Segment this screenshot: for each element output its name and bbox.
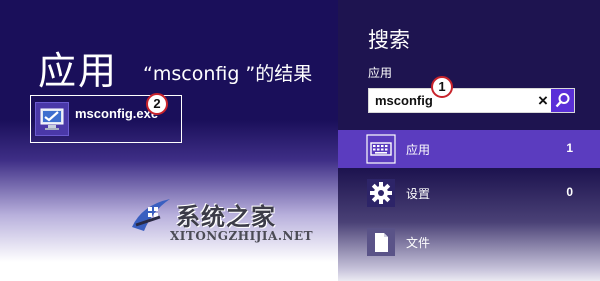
apps-title: 应用 <box>38 49 119 93</box>
msconfig-app-icon <box>35 102 69 136</box>
search-category-apps[interactable]: 应用 1 <box>338 130 600 168</box>
category-label: 文件 <box>406 236 431 250</box>
clear-search-button[interactable]: × <box>533 90 553 111</box>
watermark-logo-icon <box>132 199 170 231</box>
search-button[interactable] <box>551 89 574 112</box>
watermark: 系统之家 XITONGZHIJIA.NET <box>120 195 340 255</box>
step-badge-1: 1 <box>431 76 453 98</box>
search-icon <box>555 93 570 108</box>
category-count: 0 <box>566 185 573 199</box>
category-label: 设置 <box>406 187 431 201</box>
search-box: × <box>368 88 575 113</box>
search-category-files[interactable]: 文件 <box>338 223 600 261</box>
watermark-url: XITONGZHIJIA.NET <box>170 229 314 243</box>
result-label: msconfig.exe <box>75 106 159 121</box>
search-category-settings[interactable]: 设置 0 <box>338 174 600 212</box>
step-badge-2: 2 <box>146 93 168 115</box>
search-panel: 搜索 应用 × 1 应用 1 <box>338 0 600 281</box>
file-icon <box>366 227 396 257</box>
category-count: 1 <box>566 141 573 155</box>
watermark-name: 系统之家 <box>176 203 276 231</box>
keyboard-icon <box>366 134 396 164</box>
search-scope-label: 应用 <box>368 66 393 80</box>
gear-icon <box>366 178 396 208</box>
search-title: 搜索 <box>368 28 410 52</box>
search-input[interactable] <box>369 89 541 112</box>
results-heading: “msconfig ”的结果 <box>143 63 313 85</box>
category-label: 应用 <box>406 143 431 157</box>
